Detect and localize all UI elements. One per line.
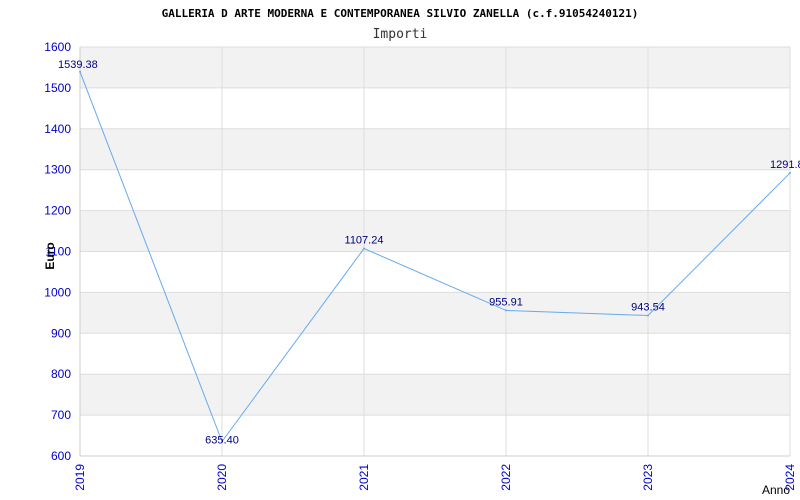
grid-band (80, 292, 790, 334)
x-tick-label: 2020 (215, 464, 229, 491)
chart-subtitle: Importi (373, 27, 428, 42)
y-tick-label: 1200 (44, 204, 71, 218)
line-chart: GALLERIA D ARTE MODERNA E CONTEMPORANEA … (43, 7, 800, 497)
x-axis-label: Anno (762, 483, 790, 497)
grid-band (80, 415, 790, 456)
data-label: 1539.38 (58, 59, 98, 71)
data-point (789, 172, 791, 175)
y-tick-label: 900 (51, 326, 71, 340)
y-tick-label: 1400 (44, 122, 71, 136)
x-tick-label: 2023 (641, 464, 655, 491)
y-axis-label: Euro (43, 242, 57, 269)
grid-band (80, 128, 790, 170)
data-label: 943.54 (631, 301, 665, 313)
grid-band (80, 374, 790, 416)
grid-band (80, 333, 790, 375)
grid-band (80, 210, 790, 252)
grid-band (80, 169, 790, 211)
grid-band (80, 87, 790, 129)
data-point (505, 309, 507, 312)
grid-band (80, 47, 790, 88)
x-tick-label: 2022 (499, 464, 513, 491)
x-tick-label: 2019 (73, 464, 87, 491)
data-label: 955.91 (489, 296, 523, 308)
x-axis-ticks: 2019 2020 2021 2022 2023 2024 (73, 464, 797, 491)
x-tick-label: 2021 (357, 464, 371, 491)
y-tick-label: 1300 (44, 163, 71, 177)
y-tick-label: 1000 (44, 285, 71, 299)
data-label: 635.40 (205, 435, 239, 447)
data-point (363, 247, 365, 250)
y-tick-label: 700 (51, 408, 71, 422)
chart-title: GALLERIA D ARTE MODERNA E CONTEMPORANEA … (162, 7, 639, 20)
data-point (647, 314, 649, 317)
y-tick-label: 600 (51, 449, 71, 463)
y-tick-label: 1500 (44, 81, 71, 95)
data-label: 1291.8 (770, 159, 800, 171)
data-label: 1107.24 (345, 235, 384, 247)
grid-band (80, 251, 790, 293)
data-point (79, 70, 81, 73)
y-tick-label: 1600 (44, 40, 71, 54)
y-tick-label: 800 (51, 367, 71, 381)
